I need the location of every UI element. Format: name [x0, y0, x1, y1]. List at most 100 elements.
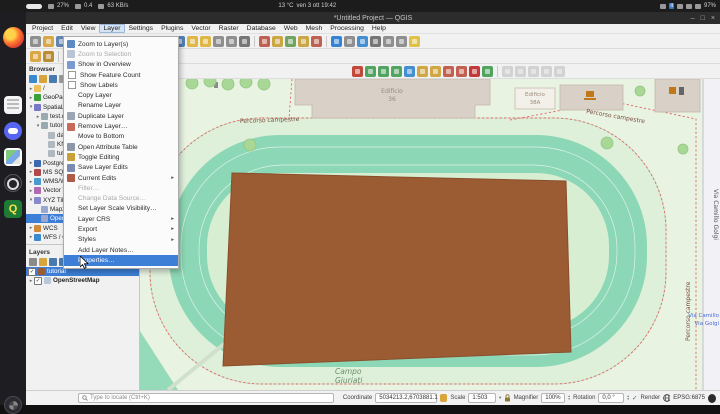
menu-plugins[interactable]: Plugins [157, 24, 187, 33]
extent-icon[interactable] [440, 394, 447, 402]
open-attribute-table-icon[interactable] [213, 36, 224, 47]
magnifier-spin-arrows[interactable]: ▴▾ [568, 395, 570, 402]
qgis-dock-icon[interactable]: Q [4, 200, 22, 218]
menu-mesh[interactable]: Mesh [302, 24, 327, 33]
processing-toolbox-icon[interactable] [357, 36, 368, 47]
shape-circle-3pt-icon[interactable] [378, 66, 389, 77]
select-features-icon[interactable] [187, 36, 198, 47]
menu-item-copy-layer[interactable]: Copy Layer [64, 90, 178, 100]
measure-icon[interactable] [226, 36, 237, 47]
window-titlebar[interactable]: *Untitled Project — QGIS –□× [26, 12, 720, 24]
new-project-icon[interactable] [30, 36, 41, 47]
messages-button[interactable] [708, 394, 716, 403]
profile-chart-icon[interactable] [352, 66, 363, 77]
menu-item-duplicate-layer[interactable]: Duplicate Layer [64, 111, 178, 121]
map-canvas[interactable]: Edificio 36 Edificio 38A Via Camillo Gol… [140, 79, 720, 390]
menu-item-add-layer-notes[interactable]: Add Layer Notes… [64, 245, 178, 255]
search-icon[interactable] [331, 36, 342, 47]
menu-settings[interactable]: Settings [125, 24, 158, 33]
discord-dock-icon[interactable] [4, 122, 22, 140]
menu-item-show-feature-count[interactable]: Show Feature Count [64, 70, 178, 80]
legend-lines-icon[interactable] [396, 36, 407, 47]
menu-vector[interactable]: Vector [187, 24, 214, 33]
filter-icon[interactable] [49, 75, 57, 83]
shape-regular-polygon-icon[interactable] [443, 66, 454, 77]
firefox-dock-icon[interactable] [3, 27, 24, 48]
shape-rect-3pt-icon[interactable] [430, 66, 441, 77]
add-vector-layer-icon[interactable] [285, 36, 296, 47]
statistics-icon[interactable] [370, 36, 381, 47]
window-button[interactable]: □ [701, 15, 705, 22]
locate-input[interactable]: Type to locate (Ctrl+K) [78, 393, 334, 403]
coordinate-input[interactable]: 5034213.2,6703881.1 [375, 393, 437, 403]
annotation-flag-icon[interactable] [469, 66, 480, 77]
menu-layer[interactable]: Layer [99, 24, 124, 33]
rotation-spin-arrows[interactable]: ▴▾ [627, 395, 629, 402]
add-csv-layer-icon[interactable] [311, 36, 322, 47]
texteditor-dock-icon[interactable] [4, 96, 22, 114]
menu-item-styles[interactable]: Styles▸ [64, 235, 178, 245]
menu-item-zoom-to-layer-s[interactable]: Zoom to Layer(s) [64, 39, 178, 49]
menu-item-remove-layer[interactable]: Remove Layer… [64, 121, 178, 131]
window-button[interactable]: × [711, 15, 715, 22]
menu-view[interactable]: View [77, 24, 100, 33]
shape-rect-2pt-icon[interactable] [417, 66, 428, 77]
shape-polygon-center-icon[interactable] [456, 66, 467, 77]
style-dock-icon[interactable] [30, 51, 41, 62]
data-source-manager-icon[interactable] [259, 36, 270, 47]
menu-project[interactable]: Project [28, 24, 57, 33]
render-checkbox[interactable]: ✓ [632, 394, 637, 402]
shape-ellipse-icon[interactable] [404, 66, 415, 77]
lock-icon[interactable] [504, 394, 510, 402]
appgrid-dock-icon[interactable] [4, 396, 22, 414]
system-tray[interactable]: it 97% [660, 3, 716, 9]
tutorial-feature-polygon[interactable] [223, 173, 571, 366]
layer-item-openstreetmap[interactable]: ▸✓OpenStreetMap [26, 276, 139, 285]
menu-item-show-in-overview[interactable]: Show in Overview [64, 60, 178, 70]
menu-database[interactable]: Database [243, 24, 280, 33]
layer-visibility-checkbox[interactable]: ✓ [34, 277, 42, 285]
annotation-pencil-icon[interactable] [482, 66, 493, 77]
menu-item-open-attribute-table[interactable]: Open Attribute Table [64, 142, 178, 152]
new-layer-icon[interactable] [272, 36, 283, 47]
maps-dock-icon[interactable] [4, 148, 22, 166]
menu-processing[interactable]: Processing [326, 24, 368, 33]
add-raster-layer-icon[interactable] [298, 36, 309, 47]
menu-item-export[interactable]: Export▸ [64, 224, 178, 234]
scale-combo[interactable]: 1:503 [468, 393, 496, 403]
add-favorite-icon[interactable] [39, 75, 47, 83]
open-project-icon[interactable] [43, 36, 54, 47]
attribute-grid-icon[interactable] [344, 36, 355, 47]
clock-indicator[interactable]: 13 °C ven 3 ott 19:42 [278, 3, 336, 9]
magnifier-spinbox[interactable]: 100% [541, 393, 565, 403]
crs-globe-icon[interactable] [663, 394, 670, 402]
layout-grid-icon[interactable] [383, 36, 394, 47]
menu-help[interactable]: Help [368, 24, 390, 33]
rotation-spinbox[interactable]: 0,0 ° [598, 393, 624, 403]
add-group-icon[interactable] [39, 258, 47, 266]
recorder-dock-icon[interactable] [4, 174, 22, 192]
manage-themes-icon[interactable] [49, 258, 57, 266]
menu-item-save-layer-edits[interactable]: Save Layer Edits [64, 163, 178, 173]
shape-circle-2pt-icon[interactable] [365, 66, 376, 77]
menu-item-layer-crs[interactable]: Layer CRS▸ [64, 214, 178, 224]
menu-item-show-labels[interactable]: Show Labels [64, 80, 178, 90]
toggle-editing-pencil-icon[interactable] [43, 51, 54, 62]
refresh-icon[interactable] [29, 75, 37, 83]
menu-item-current-edits[interactable]: Current Edits▸ [64, 173, 178, 183]
map-tips-icon[interactable] [409, 36, 420, 47]
activities-indicator[interactable] [26, 4, 42, 9]
layer-visibility-checkbox[interactable]: ✓ [28, 268, 36, 276]
deselect-features-icon[interactable] [200, 36, 211, 47]
menu-item-toggle-editing[interactable]: Toggle Editing [64, 152, 178, 162]
menu-edit[interactable]: Edit [57, 24, 77, 33]
menu-item-move-to-bottom[interactable]: Move to Bottom [64, 132, 178, 142]
menu-item-set-layer-scale-visibility[interactable]: Set Layer Scale Visibility… [64, 204, 178, 214]
scale-dropdown-arrow[interactable]: ▾ [499, 395, 501, 401]
statistics-sum-icon[interactable] [239, 36, 250, 47]
shape-circle-center-icon[interactable] [391, 66, 402, 77]
menu-item-rename-layer[interactable]: Rename Layer [64, 101, 178, 111]
crs-label[interactable]: EPSG:6875 [673, 395, 705, 401]
window-button[interactable]: – [691, 15, 695, 22]
menu-raster[interactable]: Raster [215, 24, 243, 33]
